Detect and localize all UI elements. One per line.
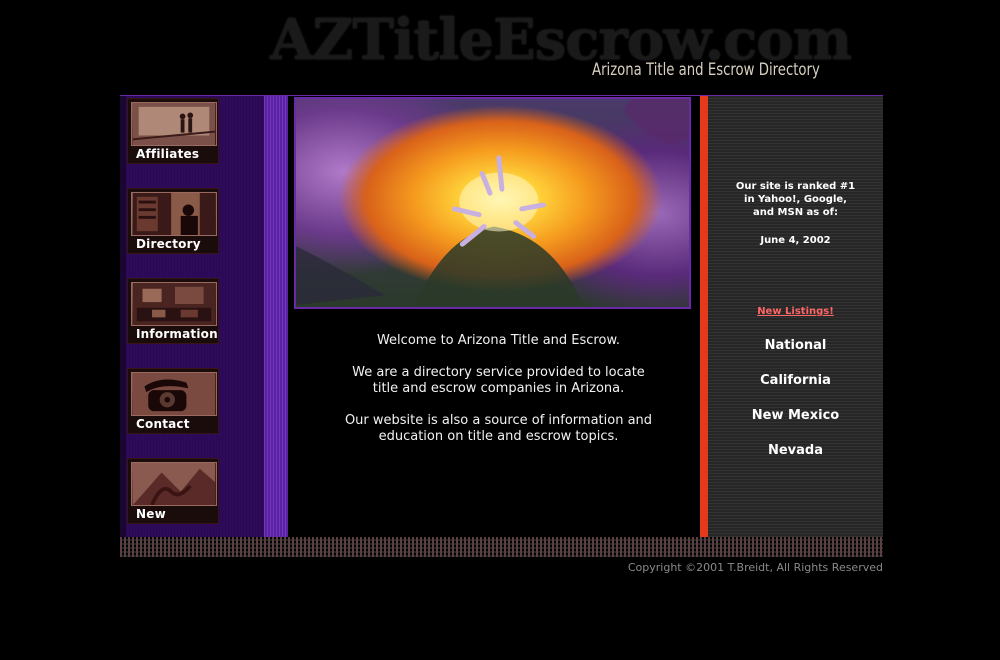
nav-label-affiliates: Affiliates — [136, 147, 200, 161]
nav-label-new: New — [136, 507, 166, 521]
new-listings-link[interactable]: New Listings! — [708, 306, 883, 317]
nav-label-contact: Contact — [136, 417, 190, 431]
layout-frame: Affiliates Directory Information Contact — [120, 95, 883, 537]
nav-stripe — [264, 96, 288, 537]
nav-button-new[interactable]: New — [127, 458, 219, 524]
description-line-1: We are a directory service provided to l… — [352, 365, 645, 380]
welcome-text: Welcome to Arizona Title and Escrow. — [376, 333, 621, 348]
region-link-nevada[interactable]: Nevada — [708, 443, 883, 458]
hero-flower-image — [294, 97, 691, 309]
footer-pattern-bar — [120, 537, 883, 557]
ranking-line-3: and MSN as of: — [753, 207, 838, 218]
info-text: Our website is also a source of informat… — [296, 413, 701, 445]
rotary-phone-icon — [131, 372, 217, 416]
intro-text: Welcome to Arizona Title and Escrow. We … — [296, 333, 701, 461]
ranking-line-1: Our site is ranked #1 — [735, 181, 856, 192]
description-text: We are a directory service provided to l… — [296, 365, 701, 397]
ranking-date: June 4, 2002 — [760, 235, 831, 246]
right-column: Our site is ranked #1 in Yahoo!, Google,… — [708, 96, 883, 537]
nav-button-contact[interactable]: Contact — [127, 368, 219, 434]
ranking-line-2: in Yahoo!, Google, — [744, 194, 847, 205]
copyright-text: Copyright ©2001 T.Breidt, All Rights Res… — [627, 561, 883, 574]
region-link-california[interactable]: California — [708, 373, 883, 388]
nav-label-directory: Directory — [136, 237, 201, 251]
office-desk-photo-icon — [131, 282, 217, 326]
nav-button-directory[interactable]: Directory — [127, 188, 219, 254]
region-link-new-mexico[interactable]: New Mexico — [708, 408, 883, 423]
nav-button-information[interactable]: Information — [127, 278, 219, 344]
description-line-2: title and escrow companies in Arizona. — [372, 381, 625, 396]
new-photo-icon — [131, 462, 217, 506]
nav-column: Affiliates Directory Information Contact — [120, 96, 288, 537]
ranking-notice: Our site is ranked #1 in Yahoo!, Google,… — [708, 180, 883, 219]
nav-label-information: Information — [136, 327, 218, 341]
people-photo-icon — [131, 102, 217, 146]
info-line-1: Our website is also a source of informat… — [344, 413, 653, 428]
region-link-national[interactable]: National — [708, 338, 883, 353]
red-divider — [700, 96, 708, 537]
info-line-2: education on title and escrow topics. — [378, 429, 619, 444]
site-tagline: Arizona Title and Escrow Directory — [592, 60, 820, 80]
nav-button-affiliates[interactable]: Affiliates — [127, 98, 219, 164]
bookshelf-silhouette-icon — [131, 192, 217, 236]
